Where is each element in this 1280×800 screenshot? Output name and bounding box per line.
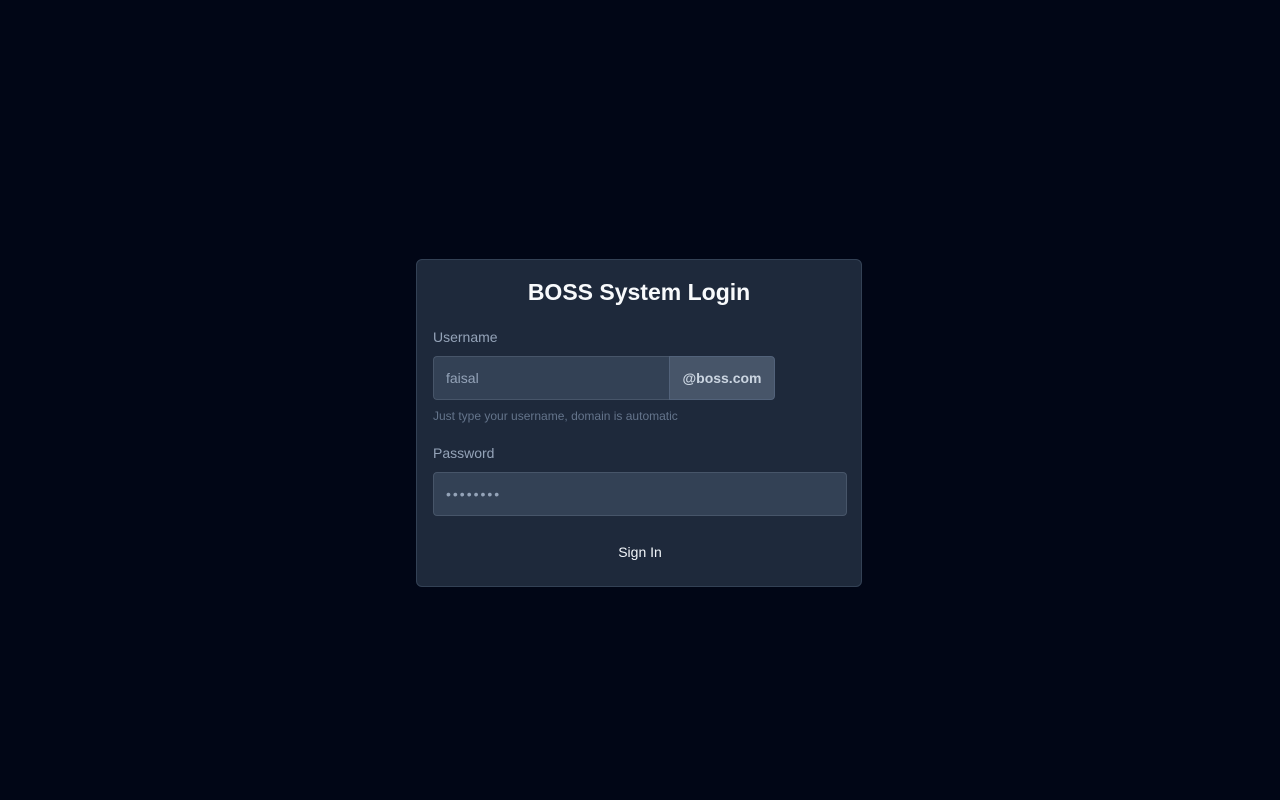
- sign-in-button[interactable]: Sign In: [433, 536, 847, 568]
- password-input[interactable]: [433, 472, 847, 516]
- username-label: Username: [433, 329, 498, 345]
- login-page: BOSS System Login Username @boss.com Jus…: [0, 0, 1280, 800]
- page-title: BOSS System Login: [527, 279, 751, 305]
- password-label: Password: [433, 445, 495, 461]
- domain-suffix: @boss.com: [669, 356, 775, 400]
- login-card: BOSS System Login Username @boss.com Jus…: [416, 259, 862, 587]
- username-hint: Just type your username, domain is autom…: [433, 409, 678, 423]
- username-field-group: @boss.com: [433, 356, 775, 400]
- username-input[interactable]: [433, 356, 669, 400]
